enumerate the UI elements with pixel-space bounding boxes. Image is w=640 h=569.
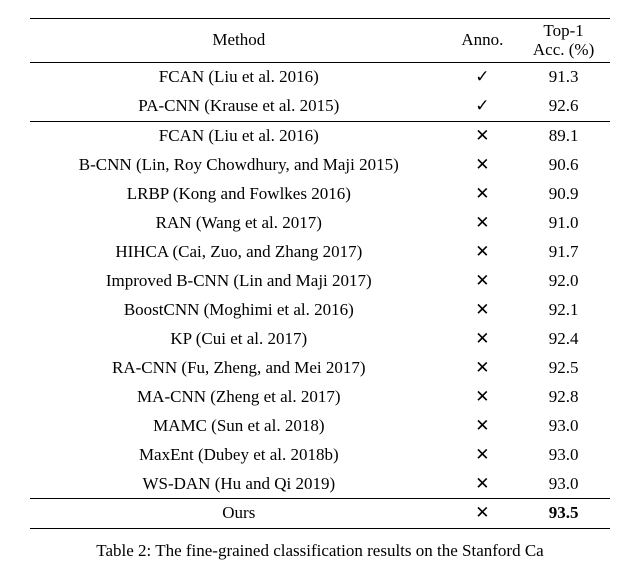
cell-method: B-CNN (Lin, Roy Chowdhury, and Maji 2015… <box>30 151 448 180</box>
cell-anno: ✕ <box>448 151 518 180</box>
cell-acc: 92.6 <box>517 92 610 121</box>
cell-acc: 91.7 <box>517 238 610 267</box>
cell-method: LRBP (Kong and Fowlkes 2016) <box>30 180 448 209</box>
cell-acc: 92.1 <box>517 296 610 325</box>
cell-method: PA-CNN (Krause et al. 2015) <box>30 92 448 121</box>
cell-anno: ✕ <box>448 412 518 441</box>
col-header-anno: Anno. <box>448 19 518 63</box>
cell-anno: ✕ <box>448 267 518 296</box>
col-header-acc-line1: Top-1 <box>543 21 583 40</box>
page: Method Anno. Top-1 Acc. (%) FCAN (Liu et… <box>0 0 640 567</box>
cell-anno: ✕ <box>448 470 518 499</box>
table-row: LRBP (Kong and Fowlkes 2016)✕90.9 <box>30 180 610 209</box>
cell-method: Ours <box>30 499 448 529</box>
cell-acc: 93.5 <box>517 499 610 529</box>
cell-method: HIHCA (Cai, Zuo, and Zhang 2017) <box>30 238 448 267</box>
cell-method: RAN (Wang et al. 2017) <box>30 209 448 238</box>
cell-anno: ✕ <box>448 383 518 412</box>
table-row: RAN (Wang et al. 2017)✕91.0 <box>30 209 610 238</box>
table-row: FCAN (Liu et al. 2016)✕89.1 <box>30 122 610 151</box>
table-body: FCAN (Liu et al. 2016)✓91.3PA-CNN (Kraus… <box>30 63 610 529</box>
cell-method: RA-CNN (Fu, Zheng, and Mei 2017) <box>30 354 448 383</box>
cell-anno: ✕ <box>448 209 518 238</box>
cell-anno: ✕ <box>448 499 518 529</box>
table-row: RA-CNN (Fu, Zheng, and Mei 2017)✕92.5 <box>30 354 610 383</box>
cell-acc: 91.0 <box>517 209 610 238</box>
cell-method: FCAN (Liu et al. 2016) <box>30 63 448 92</box>
cell-method: Improved B-CNN (Lin and Maji 2017) <box>30 267 448 296</box>
table-caption: Table 2: The fine-grained classification… <box>30 541 610 561</box>
table-row: BoostCNN (Moghimi et al. 2016)✕92.1 <box>30 296 610 325</box>
cell-anno: ✕ <box>448 122 518 151</box>
table-row: MaxEnt (Dubey et al. 2018b)✕93.0 <box>30 441 610 470</box>
cell-anno: ✕ <box>448 325 518 354</box>
table-row: HIHCA (Cai, Zuo, and Zhang 2017)✕91.7 <box>30 238 610 267</box>
col-header-method: Method <box>30 19 448 63</box>
cell-method: BoostCNN (Moghimi et al. 2016) <box>30 296 448 325</box>
cell-anno: ✕ <box>448 238 518 267</box>
cell-acc: 89.1 <box>517 122 610 151</box>
cell-anno: ✕ <box>448 296 518 325</box>
results-table: Method Anno. Top-1 Acc. (%) FCAN (Liu et… <box>30 18 610 529</box>
cell-anno: ✕ <box>448 180 518 209</box>
cell-acc: 90.9 <box>517 180 610 209</box>
col-header-acc-line2: Acc. (%) <box>533 40 594 59</box>
cell-anno: ✕ <box>448 354 518 383</box>
col-header-acc: Top-1 Acc. (%) <box>517 19 610 63</box>
table-row: KP (Cui et al. 2017)✕92.4 <box>30 325 610 354</box>
cell-acc: 92.4 <box>517 325 610 354</box>
table-header-row: Method Anno. Top-1 Acc. (%) <box>30 19 610 63</box>
table-row: Ours✕93.5 <box>30 499 610 529</box>
cell-acc: 93.0 <box>517 470 610 499</box>
table-row: MA-CNN (Zheng et al. 2017)✕92.8 <box>30 383 610 412</box>
cell-anno: ✓ <box>448 63 518 92</box>
cell-acc: 92.0 <box>517 267 610 296</box>
table-row: FCAN (Liu et al. 2016)✓91.3 <box>30 63 610 92</box>
cell-anno: ✕ <box>448 441 518 470</box>
cell-method: MAMC (Sun et al. 2018) <box>30 412 448 441</box>
cell-acc: 93.0 <box>517 412 610 441</box>
cell-method: MA-CNN (Zheng et al. 2017) <box>30 383 448 412</box>
cell-method: KP (Cui et al. 2017) <box>30 325 448 354</box>
cell-anno: ✓ <box>448 92 518 121</box>
table-row: PA-CNN (Krause et al. 2015)✓92.6 <box>30 92 610 121</box>
table-row: WS-DAN (Hu and Qi 2019)✕93.0 <box>30 470 610 499</box>
table-row: Improved B-CNN (Lin and Maji 2017)✕92.0 <box>30 267 610 296</box>
cell-acc: 91.3 <box>517 63 610 92</box>
cell-method: WS-DAN (Hu and Qi 2019) <box>30 470 448 499</box>
cell-method: FCAN (Liu et al. 2016) <box>30 122 448 151</box>
cell-acc: 92.8 <box>517 383 610 412</box>
table-row: MAMC (Sun et al. 2018)✕93.0 <box>30 412 610 441</box>
cell-acc: 90.6 <box>517 151 610 180</box>
cell-method: MaxEnt (Dubey et al. 2018b) <box>30 441 448 470</box>
cell-acc: 92.5 <box>517 354 610 383</box>
table-row: B-CNN (Lin, Roy Chowdhury, and Maji 2015… <box>30 151 610 180</box>
cell-acc: 93.0 <box>517 441 610 470</box>
